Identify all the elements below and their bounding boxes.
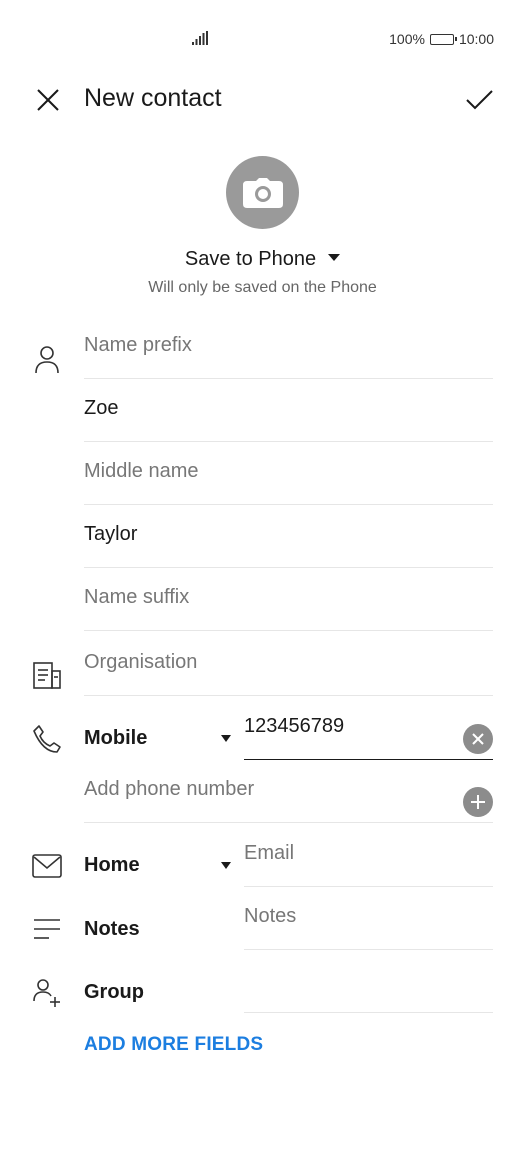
status-right: 100% 10:00	[389, 31, 494, 47]
phone-icon	[33, 725, 61, 753]
first-name-field[interactable]: Zoe	[84, 379, 493, 442]
last-name-value: Taylor	[84, 523, 138, 545]
add-phone-field[interactable]: Add phone number	[84, 760, 493, 823]
middle-name-placeholder: Middle name	[84, 460, 199, 482]
group-label[interactable]: Group	[84, 981, 144, 1004]
add-phone-placeholder: Add phone number	[84, 778, 255, 800]
battery-icon	[429, 33, 457, 45]
plus-icon	[471, 795, 485, 809]
email-placeholder: Email	[244, 842, 295, 864]
name-prefix-placeholder: Name prefix	[84, 334, 192, 356]
title-bar: New contact	[0, 78, 525, 122]
phone-number-value: 123456789	[244, 715, 345, 737]
organisation-placeholder: Organisation	[84, 651, 198, 673]
phone-number-field[interactable]: 123456789	[244, 697, 493, 760]
email-field[interactable]: Email	[244, 824, 493, 887]
close-icon[interactable]	[32, 84, 64, 116]
clear-phone-button[interactable]	[463, 724, 493, 754]
person-icon	[35, 346, 59, 374]
contact-photo-button[interactable]	[226, 156, 299, 229]
name-suffix-placeholder: Name suffix	[84, 586, 190, 608]
checkmark-icon[interactable]	[463, 84, 495, 116]
middle-name-field[interactable]: Middle name	[84, 442, 493, 505]
phone-type-label[interactable]: Mobile	[84, 727, 147, 750]
clock: 10:00	[458, 31, 494, 47]
organisation-icon	[33, 662, 61, 689]
group-icon	[33, 979, 60, 1007]
account-selector[interactable]: Save to Phone	[0, 248, 525, 271]
first-name-value: Zoe	[84, 397, 119, 419]
notes-label: Notes	[84, 918, 140, 940]
email-icon	[32, 854, 62, 878]
email-type-label[interactable]: Home	[84, 854, 140, 877]
add-more-fields-button[interactable]: ADD MORE FIELDS	[84, 1034, 263, 1056]
email-type-dropdown-icon[interactable]	[221, 862, 231, 869]
notes-icon	[34, 919, 60, 939]
group-field[interactable]	[244, 950, 493, 1013]
dropdown-arrow-icon	[328, 254, 341, 262]
page-title: New contact	[84, 84, 222, 112]
add-phone-button[interactable]	[463, 787, 493, 817]
name-suffix-field[interactable]: Name suffix	[84, 568, 493, 631]
camera-icon	[242, 177, 283, 208]
name-prefix-field[interactable]: Name prefix	[84, 316, 493, 379]
account-label: Save to Phone	[184, 248, 317, 270]
notes-placeholder: Notes	[244, 905, 297, 927]
organisation-field[interactable]: Organisation	[84, 633, 493, 696]
status-bar: 100% 10:00	[0, 0, 525, 78]
last-name-field[interactable]: Taylor	[84, 505, 493, 568]
account-hint: Will only be saved on the Phone	[148, 279, 377, 296]
notes-field[interactable]: Notes	[244, 887, 493, 950]
phone-type-dropdown-icon[interactable]	[221, 735, 231, 742]
battery-percent: 100%	[389, 31, 425, 47]
clear-icon	[472, 733, 484, 745]
signal-icon	[192, 31, 208, 45]
